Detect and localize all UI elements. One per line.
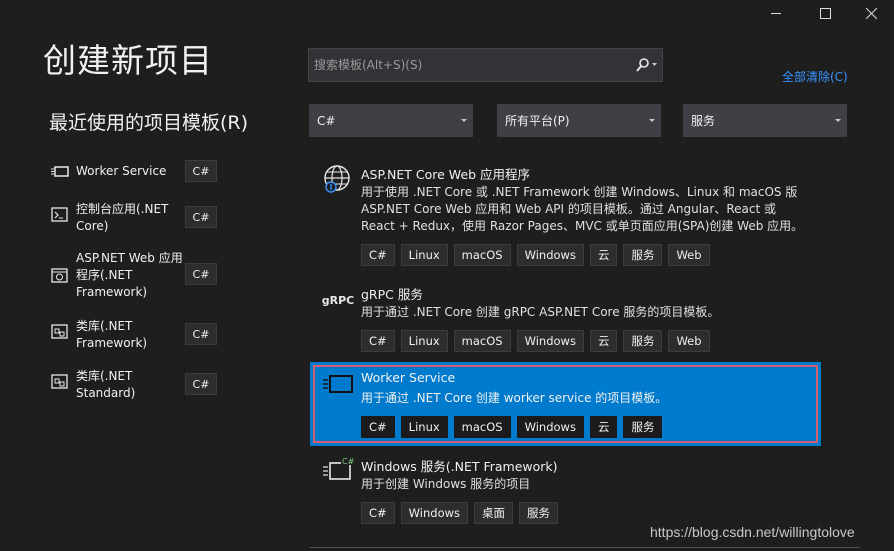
clear-all-link[interactable]: 全部清除(C) [782, 68, 848, 85]
tag: Windows [516, 330, 584, 352]
tag: C# [361, 416, 395, 438]
tag: Windows [400, 502, 469, 524]
close-button[interactable] [848, 0, 894, 26]
template-windows-service[interactable]: C# Windows 服务(.NET Framework) 用于创建 Windo… [310, 450, 821, 530]
template-description: 用于通过 .NET Core 创建 gRPC ASP.NET Core 服务的项… [361, 305, 720, 319]
template-name: gRPC 服务 [361, 287, 423, 302]
template-aspnet-core-web[interactable]: ASP.NET Core Web 应用程序 用于使用 .NET Core 或 .… [310, 158, 821, 272]
recent-item-label: ASP.NET Web 应用程序(.NET Framework) [76, 251, 183, 299]
maximize-button[interactable] [802, 0, 848, 26]
class-library-icon [51, 324, 68, 339]
platform-filter[interactable]: 所有平台(P) [497, 104, 661, 137]
recent-item-worker-service[interactable]: Worker Service C# [51, 160, 221, 184]
maximize-icon [819, 7, 831, 19]
class-library-icon [51, 374, 68, 389]
template-name: ASP.NET Core Web 应用程序 [361, 167, 531, 182]
tag: Windows [516, 416, 584, 438]
tag: C# [361, 502, 395, 524]
template-tags: C# Linux macOS Windows 云 服务 Web [361, 244, 710, 266]
recent-item-label: Worker Service [76, 164, 167, 178]
search-icon [635, 58, 649, 72]
template-worker-service[interactable]: Worker Service 用于通过 .NET Core 创建 worker … [310, 362, 821, 446]
recent-item-aspnet-web-app[interactable]: ASP.NET Web 应用程序(.NET Framework) C# [51, 250, 221, 302]
platform-filter-value: 所有平台(P) [505, 114, 570, 128]
recent-item-class-library-framework[interactable]: 类库(.NET Framework) C# [51, 318, 221, 354]
tag: Linux [400, 244, 448, 266]
template-description: 用于通过 .NET Core 创建 worker service 的项目模板。 [361, 391, 668, 405]
tag: macOS [453, 416, 511, 438]
tag: 服务 [519, 502, 559, 524]
tag: 云 [589, 416, 618, 438]
language-badge: C# [185, 373, 217, 395]
tag: Windows [516, 244, 584, 266]
template-tags: C# Linux macOS Windows 云 服务 Web [361, 330, 710, 352]
tag: macOS [453, 244, 511, 266]
language-badge: C# [185, 263, 217, 285]
windows-service-icon: C# [322, 454, 354, 486]
tag: C# [361, 244, 395, 266]
language-filter[interactable]: C# [309, 104, 473, 137]
tag: C# [361, 330, 395, 352]
template-name: Worker Service [361, 370, 456, 385]
chevron-down-icon [835, 119, 841, 122]
language-badge: C# [185, 160, 217, 182]
grpc-icon: gRPC [321, 293, 355, 307]
globe-icon [322, 163, 354, 195]
list-bottom-divider [310, 547, 860, 548]
console-app-icon [51, 207, 68, 222]
worker-service-icon [322, 368, 354, 400]
tag: 云 [589, 244, 618, 266]
tag: 服务 [623, 330, 663, 352]
chevron-down-icon [461, 119, 467, 122]
template-description: 用于使用 .NET Core 或 .NET Framework 创建 Windo… [361, 185, 804, 233]
worker-service-icon [51, 166, 69, 177]
tag: 桌面 [474, 502, 514, 524]
template-grpc-service[interactable]: gRPC gRPC 服务 用于通过 .NET Core 创建 gRPC ASP.… [310, 278, 821, 358]
recent-templates-heading: 最近使用的项目模板(R) [49, 112, 249, 134]
page-title: 创建新项目 [43, 41, 213, 80]
template-tags: C# Windows 桌面 服务 [361, 502, 559, 524]
tag: 服务 [623, 244, 663, 266]
tag: 服务 [623, 416, 663, 438]
minimize-button[interactable] [753, 0, 799, 26]
recent-item-label: 控制台应用(.NET Core) [76, 202, 169, 233]
chevron-down-icon [651, 63, 657, 66]
project-type-filter[interactable]: 服务 [683, 104, 847, 137]
watermark: https://blog.csdn.net/willingtolove [650, 524, 855, 540]
tag: macOS [453, 330, 511, 352]
template-description: 用于创建 Windows 服务的项目 [361, 477, 531, 491]
search-button[interactable] [630, 49, 662, 81]
svg-text:C#: C# [342, 457, 354, 466]
language-badge: C# [185, 206, 217, 228]
recent-item-label: 类库(.NET Framework) [76, 319, 148, 350]
search-input[interactable] [309, 49, 629, 81]
language-filter-value: C# [317, 113, 336, 128]
recent-item-class-library-standard[interactable]: 类库(.NET Standard) C# [51, 368, 221, 404]
tag: Web [668, 244, 710, 266]
template-name: Windows 服务(.NET Framework) [361, 459, 558, 474]
recent-item-console-app[interactable]: 控制台应用(.NET Core) C# [51, 201, 221, 237]
minimize-icon [771, 13, 781, 14]
chevron-down-icon [649, 119, 655, 122]
web-app-icon [51, 268, 68, 283]
tag: Web [668, 330, 710, 352]
tag: Linux [400, 330, 448, 352]
recent-item-label: 类库(.NET Standard) [76, 369, 136, 400]
template-tags: C# Linux macOS Windows 云 服务 [361, 416, 663, 438]
language-badge: C# [185, 323, 217, 345]
template-search-box[interactable] [308, 48, 663, 82]
project-type-filter-value: 服务 [691, 114, 716, 128]
close-icon [865, 7, 877, 19]
tag: Linux [400, 416, 448, 438]
tag: 云 [589, 330, 618, 352]
